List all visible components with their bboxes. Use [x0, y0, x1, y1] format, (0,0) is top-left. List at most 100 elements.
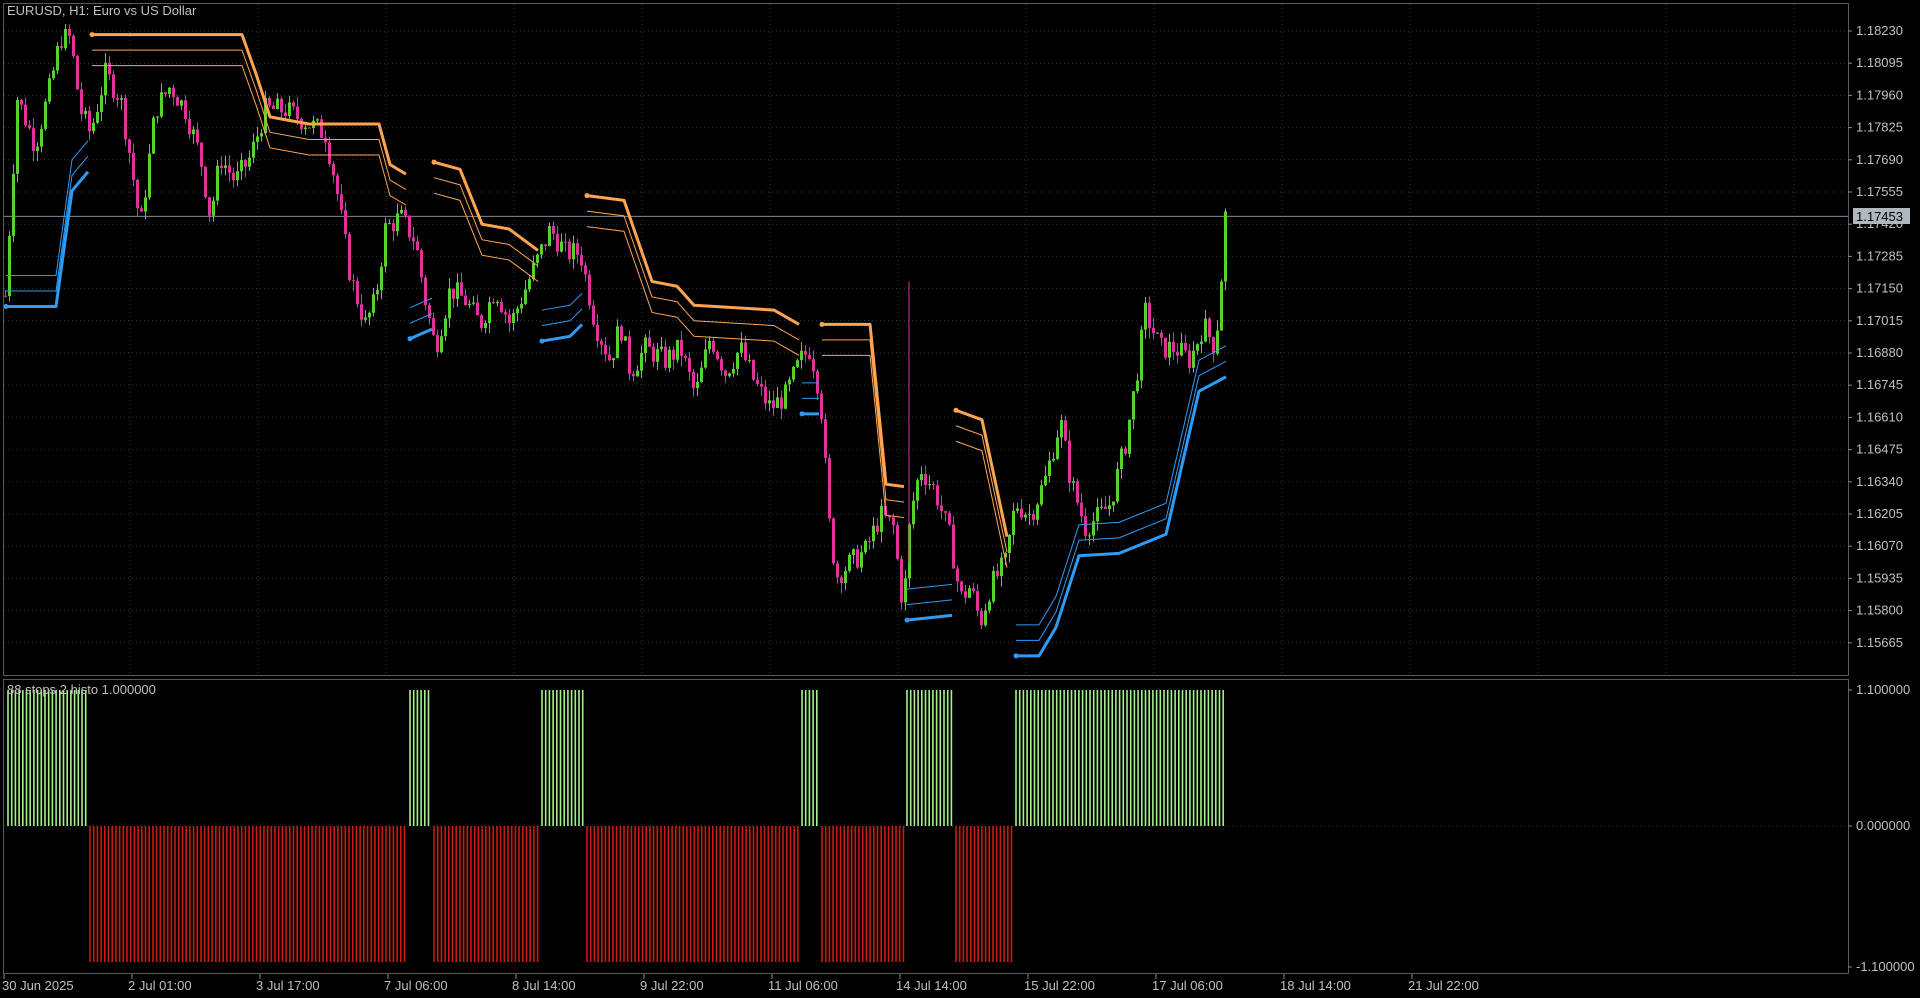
bull-candle: [516, 308, 519, 314]
price-tick-label: 1.17960: [1856, 87, 1903, 102]
bear-candle: [1104, 506, 1107, 510]
bull-candle: [1192, 350, 1195, 368]
bull-candle: [96, 112, 99, 123]
bull-candle: [984, 610, 987, 626]
bear-candle: [428, 305, 431, 318]
time-axis[interactable]: 30 Jun 2025 2 Jul 01:00 3 Jul 17:00 7 Jul 0…: [2, 974, 1479, 993]
bear-candle: [184, 100, 187, 120]
bull-candle: [1016, 508, 1019, 511]
bull-candle: [560, 241, 563, 252]
bear-candle: [1208, 318, 1211, 338]
bear-candle: [972, 588, 975, 592]
bear-candle: [280, 98, 283, 113]
current-price-tag: 1.17453: [1853, 208, 1910, 224]
bull-candle: [696, 382, 699, 389]
time-tick-label: 21 Jul 22:00: [1408, 978, 1479, 993]
bull-candle: [1140, 329, 1143, 381]
bear-candle: [1148, 302, 1151, 328]
histogram-down-block: [821, 826, 905, 962]
histogram-down-block: [586, 826, 799, 962]
bear-candle: [828, 457, 831, 519]
time-tick-label: 2 Jul 01:00: [128, 978, 192, 993]
bear-candle: [244, 160, 247, 167]
bull-candle: [148, 153, 151, 198]
bull-candle: [624, 336, 627, 341]
bear-candle: [712, 341, 715, 352]
bear-candle: [672, 349, 675, 360]
indicator-axis[interactable]: 1.100000 0.000000 -1.100000: [1848, 682, 1915, 974]
bear-candle: [164, 92, 167, 94]
bear-candle: [296, 106, 299, 119]
bull-candle: [316, 119, 319, 121]
bull-candle: [880, 505, 883, 532]
bull-candle: [276, 98, 279, 110]
bear-candle: [772, 400, 775, 408]
bull-candle: [1180, 342, 1183, 356]
bull-candle: [1096, 507, 1099, 522]
bear-candle: [940, 505, 943, 512]
bear-candle: [716, 351, 719, 360]
bear-candle: [824, 419, 827, 458]
bull-candle: [48, 78, 51, 102]
bull-candle: [1052, 458, 1055, 461]
bear-candle: [1076, 481, 1079, 503]
bear-candle: [344, 210, 347, 235]
bull-candle: [844, 570, 847, 583]
bear-candle: [592, 305, 595, 325]
bull-candle: [364, 317, 367, 320]
lower-stop-line: [541, 323, 584, 343]
bear-candle: [268, 98, 271, 106]
bull-candle: [776, 397, 779, 408]
upper-stop-line-band: [92, 65, 407, 206]
bear-candle: [576, 243, 579, 255]
bear-candle: [112, 74, 115, 99]
lower-stop-line-start-dot: [407, 336, 413, 342]
bear-candle: [1032, 514, 1035, 520]
bear-candle: [196, 129, 199, 143]
lower-stop-line-start-dot: [904, 617, 910, 623]
bull-candle: [704, 349, 707, 368]
bear-candle: [820, 393, 823, 420]
bull-candle: [656, 349, 659, 362]
bear-candle: [116, 98, 119, 100]
histogram-up-block: [541, 690, 584, 826]
bull-candle: [1116, 468, 1119, 502]
bull-candle: [668, 349, 671, 368]
bear-candle: [1172, 341, 1175, 352]
bear-candle: [604, 344, 607, 355]
indicator-histogram-area[interactable]: [4, 690, 1848, 962]
price-tick-label: 1.16475: [1856, 442, 1903, 457]
bear-candle: [944, 511, 947, 513]
histogram-up-block: [801, 690, 818, 826]
bull-candle: [56, 45, 59, 71]
bull-candle: [728, 373, 731, 376]
upper-stop-line-band: [433, 177, 539, 267]
bull-candle: [376, 290, 379, 295]
bull-candle: [644, 337, 647, 354]
bear-candle: [564, 241, 567, 243]
price-axis[interactable]: 1.18230 1.18095 1.17960 1.17825 1.17690 1.175…: [1848, 23, 1903, 650]
price-tick-label: 1.17690: [1856, 152, 1903, 167]
bear-candle: [664, 346, 667, 368]
bear-candle: [552, 225, 555, 234]
bull-candle: [1128, 419, 1131, 454]
bear-candle: [80, 89, 83, 115]
bear-candle: [1068, 440, 1071, 483]
bear-candle: [136, 179, 139, 209]
chart-window[interactable]: EURUSD, H1: Euro vs US Dollar 88 stops 2…: [0, 0, 1920, 998]
bull-candle: [536, 254, 539, 263]
bull-candle: [440, 336, 443, 353]
bull-candle: [240, 160, 243, 172]
bull-candle: [144, 197, 147, 212]
bull-candle: [104, 62, 107, 96]
bull-candle: [388, 223, 391, 225]
symbol-title: EURUSD, H1: Euro vs US Dollar: [7, 3, 197, 18]
bear-candle: [980, 610, 983, 626]
price-tick-label: 1.16880: [1856, 345, 1903, 360]
bear-candle: [812, 359, 815, 372]
bull-candle: [524, 289, 527, 304]
histogram-up-block: [1015, 690, 1224, 826]
bull-candle: [1224, 211, 1227, 282]
price-tick-label: 1.17825: [1856, 120, 1903, 135]
price-chart-area[interactable]: [3, 23, 1849, 659]
